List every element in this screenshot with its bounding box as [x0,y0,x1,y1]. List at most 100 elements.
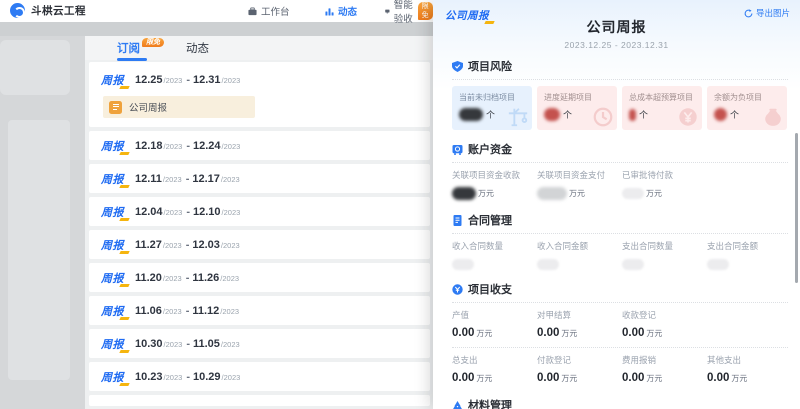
briefcase-icon [248,7,257,16]
redacted-value [537,259,559,270]
stat-output-value: 产值 0.00万元 [452,309,537,340]
tab-label: 订阅 [117,40,140,56]
export-icon [744,9,753,18]
section-title: 账户资金 [468,141,512,157]
report-date-range: 12.11/2023-12.17/2023 [135,173,241,185]
weekly-report-tag: 周报 [101,302,127,320]
report-list-item[interactable]: 周报 10.23/2023-10.29/2023 [89,362,430,391]
report-list-item[interactable]: 周报 11.06/2023-11.12/2023 [89,296,430,325]
section-contract-management: 合同管理 收入合同数量 收入合同金额 支出合同数量 [452,212,788,271]
redacted-value [452,259,474,270]
dotted-divider [452,347,788,348]
nav-item-workbench[interactable]: 工作台 [248,0,290,22]
nav-item-smart-acceptance[interactable]: 智能验收 限免 [385,0,433,22]
stat-funds-received: 关联项目资金收款 万元 [452,169,537,200]
limited-free-badge: 限免 [418,2,433,20]
coin-icon [452,284,463,295]
redacted-value [707,259,729,270]
shield-icon [452,61,463,72]
report-date-range: 12.25/2023-12.31/2023 [135,74,241,86]
dotted-divider [452,79,788,80]
weekly-report-tag: 周报 [101,236,127,254]
dotted-divider [452,162,788,163]
weekly-report-drawer: 公司周报 导出图片 公司周报 2023.12.25 - 2023.12.31 项… [433,0,800,409]
risk-card-delayed: 进度延期项目 个 [537,86,617,130]
background-ghost-shape [0,40,70,95]
stat-funds-paid: 关联项目资金支付 万元 [537,169,622,200]
weekly-report-tag: 周报 [101,335,127,353]
section-title: 合同管理 [468,212,512,228]
redacted-value [629,109,636,121]
section-project-risk: 项目风险 当前未归档项目 个 进度延期项目 个 总成本超预算项目 [452,58,788,130]
stat-total-expense: 总支出 0.00万元 [452,354,537,385]
risk-card-over-budget: 总成本超预算项目 个 [622,86,702,130]
redacted-value [544,108,560,121]
safe-icon [452,144,463,155]
top-nav: 工作台 动态 智能验收 限免 [0,0,433,22]
export-label: 导出图片 [756,7,790,19]
feed-panel: 订阅 限免 动态 周报 12.25/2023-12.31/2023 公司周报 [85,36,433,409]
report-list-item[interactable]: 周报 11.27/2023-12.03/2023 [89,230,430,259]
limited-free-badge: 限免 [142,38,164,47]
tab-label: 动态 [186,40,209,56]
section-material-management: 材料管理 采购订单数量 0个 采购订单金额 0.00万元 入库单金额 0.00万… [452,397,788,409]
section-title: 项目收支 [468,281,512,297]
dotted-divider [452,302,788,303]
stat-income-contract-count: 收入合同数量 [452,240,537,271]
stat-receipt-register: 收款登记 0.00万元 [622,309,707,340]
redacted-value [622,259,644,270]
risk-card-negative-balance: 余额为负项目 个 [707,86,787,130]
weekly-report-tag: 周报 [101,368,127,386]
redacted-value [622,188,644,199]
section-project-balance: 项目收支 产值 0.00万元 对甲结算 0.00万元 收款登记 0.00万元 [452,281,788,385]
tab-subscribe[interactable]: 订阅 限免 [117,40,164,56]
report-date-range: 10.23/2023-10.29/2023 [135,371,241,383]
stat-payment-register: 付款登记 0.00万元 [537,354,622,385]
report-date-range: 12.04/2023-12.10/2023 [135,206,241,218]
stat-expense-contract-count: 支出合同数量 [622,240,707,271]
risk-card-unarchived: 当前未归档项目 个 [452,86,532,130]
report-sections: 项目风险 当前未归档项目 个 进度延期项目 个 总成本超预算项目 [433,50,800,409]
active-tab-underline [117,58,147,61]
report-list-item[interactable]: 周报 12.04/2023-12.10/2023 [89,197,430,226]
company-report-link[interactable]: 公司周报 [103,96,255,118]
report-date-range: 11.27/2023-12.03/2023 [135,239,241,251]
report-list-item-partial[interactable] [89,395,430,406]
weekly-report-tag: 周报 [101,170,127,188]
material-pile-icon [452,400,463,409]
report-date-range: 11.06/2023-11.12/2023 [135,305,240,317]
nav-label: 动态 [338,4,357,18]
stat-approved-pending: 已审批待付款 万元 [622,169,707,200]
dotted-divider [452,233,788,234]
report-list-item[interactable]: 周报 11.20/2023-11.26/2023 [89,263,430,292]
company-report-label: 公司周报 [129,100,167,114]
feed-tabs: 订阅 限免 动态 [85,36,433,60]
section-title: 项目风险 [468,58,512,74]
contract-icon [452,215,463,226]
monitor-icon [385,7,390,16]
activity-chart-icon [325,7,334,16]
section-title: 材料管理 [468,397,512,409]
weekly-report-tag: 周报 [101,137,127,155]
report-date-range: 12.18/2023-12.24/2023 [135,140,241,152]
drawer-scrollbar-thumb[interactable] [795,133,798,283]
stat-other-expense: 其他支出 0.00万元 [707,354,792,385]
report-date-subtitle: 2023.12.25 - 2023.12.31 [433,40,800,50]
drawer-report-tag: 公司周报 [445,6,492,24]
stat-expense-reimburse: 费用报销 0.00万元 [622,354,707,385]
report-list-item[interactable]: 周报 12.11/2023-12.17/2023 [89,164,430,193]
nav-label: 工作台 [261,4,290,18]
tab-feed[interactable]: 动态 [186,40,209,56]
stat-expense-contract-amount: 支出合同金额 [707,240,792,271]
report-list-item[interactable]: 周报 12.18/2023-12.24/2023 [89,131,430,160]
report-list: 周报 12.25/2023-12.31/2023 公司周报 周报 12.18/2… [85,60,433,406]
nav-item-feed[interactable]: 动态 [325,0,357,22]
dim-overlay-band [0,22,433,36]
report-list-item[interactable]: 周报 10.30/2023-11.05/2023 [89,329,430,358]
section-account-funds: 账户资金 关联项目资金收款 万元 关联项目资金支付 万元 已审批待付款 万元 [452,141,788,200]
report-date-range: 11.20/2023-11.26/2023 [135,272,240,284]
report-list-item[interactable]: 周报 12.25/2023-12.31/2023 公司周报 [89,62,430,127]
nav-label: 智能验收 [394,0,414,25]
redacted-value [452,187,476,200]
export-image-button[interactable]: 导出图片 [744,7,790,19]
